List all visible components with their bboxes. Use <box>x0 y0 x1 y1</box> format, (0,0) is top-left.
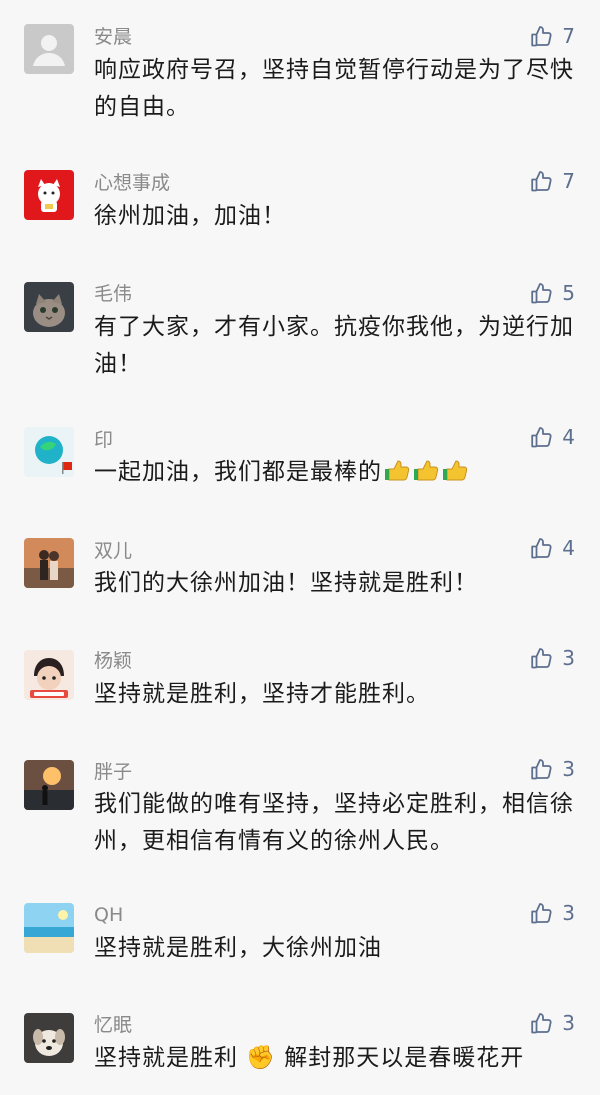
thumbs-up-icon <box>528 1010 554 1036</box>
username[interactable]: 双儿 <box>94 539 132 563</box>
avatar[interactable] <box>24 760 74 810</box>
couple-photo-avatar <box>24 538 74 588</box>
like-count: 7 <box>562 169 575 193</box>
like-button[interactable]: 7 <box>528 168 575 194</box>
comment-text: 我们的大徐州加油！坚持就是胜利！ <box>94 570 478 596</box>
username[interactable]: 安晨 <box>94 25 132 49</box>
lucky-cat-avatar <box>24 170 74 220</box>
thumbs-up-emoji <box>412 456 440 484</box>
like-button[interactable]: 3 <box>528 756 575 782</box>
comment-text: 我们能做的唯有坚持，坚持必定胜利，相信徐州，更相信有情有义的徐州人民。 <box>94 791 574 854</box>
thumbs-up-icon <box>528 168 554 194</box>
username[interactable]: 心想事成 <box>94 171 170 195</box>
like-count: 3 <box>562 646 575 670</box>
thumbs-up-icon <box>528 645 554 671</box>
comment-item: 杨颖 坚持就是胜利，坚持才能胜利。 3 <box>0 640 600 752</box>
thumbs-up-icon <box>528 424 554 450</box>
like-button[interactable]: 3 <box>528 645 575 671</box>
like-button[interactable]: 4 <box>528 424 575 450</box>
thumbs-up-icon <box>528 280 554 306</box>
comment-text: 有了大家，才有小家。抗疫你我他，为逆行加油！ <box>94 314 574 377</box>
thumbs-up-icon <box>528 535 554 561</box>
like-count: 3 <box>562 901 575 925</box>
comment-text: 徐州加油，加油！ <box>94 203 286 229</box>
blank-avatar <box>24 24 74 74</box>
thumbs-up-icon <box>528 756 554 782</box>
comment-item: 胖子 我们能做的唯有坚持，坚持必定胜利，相信徐州，更相信有情有义的徐州人民。 3 <box>0 752 600 898</box>
beach-avatar <box>24 903 74 953</box>
comment-text-content: 一起加油，我们都是最棒的 <box>94 459 382 485</box>
thumbs-up-emoji <box>383 456 411 484</box>
like-count: 7 <box>562 24 575 48</box>
globe-flag-avatar <box>24 427 74 477</box>
username[interactable]: 印 <box>94 428 113 452</box>
dog-photo-avatar <box>24 1013 74 1063</box>
like-count: 3 <box>562 1011 575 1035</box>
comment-text: 坚持就是胜利，坚持才能胜利。 <box>94 681 430 707</box>
avatar[interactable] <box>24 903 74 953</box>
username[interactable]: 杨颖 <box>94 649 132 673</box>
cat-photo-avatar <box>24 282 74 332</box>
avatar[interactable] <box>24 170 74 220</box>
comment-item: 双儿 我们的大徐州加油！坚持就是胜利！ 4 <box>0 528 600 640</box>
like-count: 4 <box>562 425 575 449</box>
like-button[interactable]: 4 <box>528 535 575 561</box>
like-count: 5 <box>562 281 575 305</box>
comment-text: 坚持就是胜利 ✊ 解封那天以是春暖花开 <box>94 1045 525 1071</box>
username[interactable]: QH <box>94 903 123 927</box>
username[interactable]: 胖子 <box>94 760 132 784</box>
thumbs-up-icon <box>528 23 554 49</box>
avatar[interactable] <box>24 650 74 700</box>
thumbs-up-icon <box>528 900 554 926</box>
comment-text: 一起加油，我们都是最棒的 <box>94 454 574 491</box>
like-button[interactable]: 3 <box>528 1010 575 1036</box>
like-button[interactable]: 7 <box>528 23 575 49</box>
username[interactable]: 毛伟 <box>94 282 132 306</box>
comment-text: 响应政府号召，坚持自觉暂停行动是为了尽快的自由。 <box>94 57 574 120</box>
username[interactable]: 忆眠 <box>94 1013 132 1037</box>
like-count: 4 <box>562 536 575 560</box>
sunset-silhouette-avatar <box>24 760 74 810</box>
like-button[interactable]: 3 <box>528 900 575 926</box>
comment-item: 忆眠 坚持就是胜利 ✊ 解封那天以是春暖花开 3 <box>0 1008 600 1095</box>
avatar[interactable] <box>24 1013 74 1063</box>
comment-text: 坚持就是胜利，大徐州加油 <box>94 935 382 961</box>
comment-item: QH 坚持就是胜利，大徐州加油 3 <box>0 898 600 1008</box>
avatar[interactable] <box>24 282 74 332</box>
comment-item: 心想事成 徐州加油，加油！ 7 <box>0 150 600 262</box>
like-button[interactable]: 5 <box>528 280 575 306</box>
like-count: 3 <box>562 757 575 781</box>
avatar[interactable] <box>24 24 74 74</box>
comment-item: 毛伟 有了大家，才有小家。抗疫你我他，为逆行加油！ 5 <box>0 262 600 412</box>
comment-item: 安晨 响应政府号召，坚持自觉暂停行动是为了尽快的自由。 7 <box>0 0 600 150</box>
thumbs-up-emoji <box>441 456 469 484</box>
avatar[interactable] <box>24 538 74 588</box>
comment-item: 印 一起加油，我们都是最棒的 4 <box>0 412 600 528</box>
avatar[interactable] <box>24 427 74 477</box>
cartoon-avatar <box>24 650 74 700</box>
